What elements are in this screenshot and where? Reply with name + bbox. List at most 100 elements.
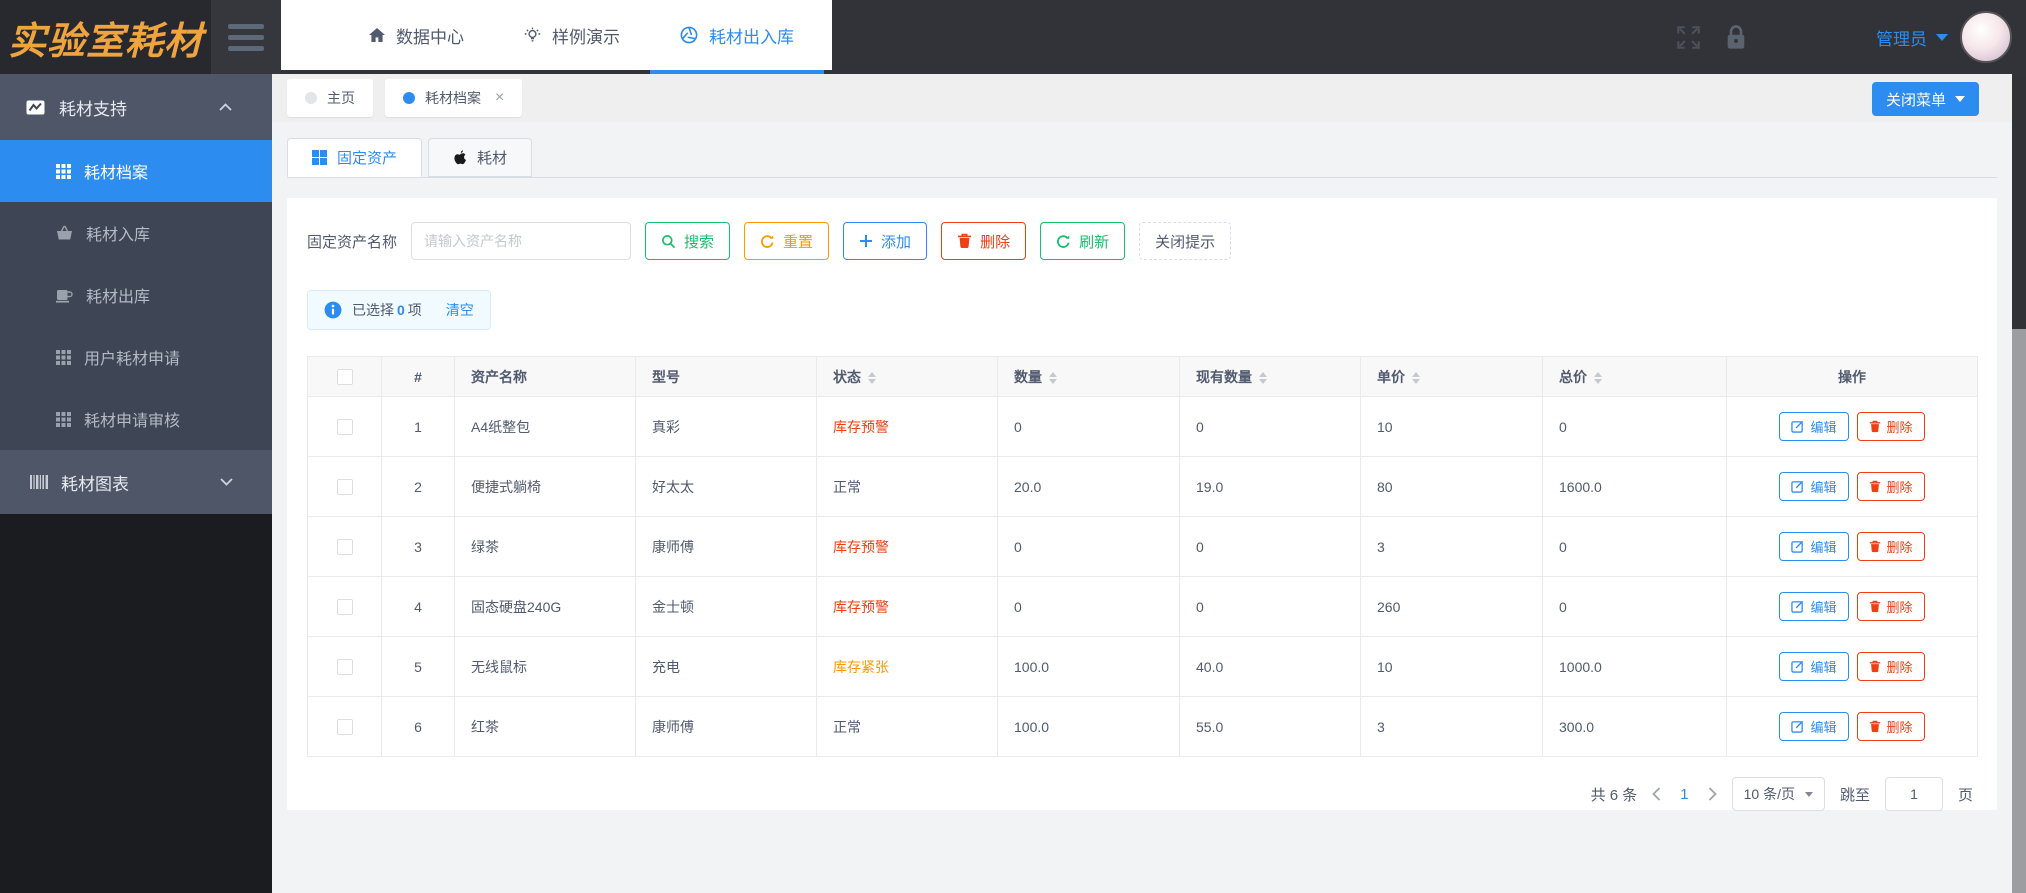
- trash-icon: [1869, 660, 1880, 673]
- panel: 固定资产名称 搜索 重置 添加 删除: [287, 198, 1997, 811]
- refresh-button[interactable]: 刷新: [1040, 222, 1126, 260]
- row-checkbox[interactable]: [336, 659, 353, 676]
- delete-row-button[interactable]: 删除: [1856, 652, 1925, 681]
- row-checkbox[interactable]: [336, 539, 353, 556]
- lock-screen-button[interactable]: [1726, 0, 1746, 74]
- sort-icon[interactable]: [1594, 371, 1602, 384]
- page-size-select[interactable]: 10 条/页: [1731, 777, 1825, 811]
- cell-status: 库存预警: [816, 396, 998, 457]
- reset-button[interactable]: 重置: [744, 222, 830, 260]
- sort-icon[interactable]: [1412, 371, 1420, 384]
- delete-row-button[interactable]: 删除: [1856, 412, 1925, 441]
- edit-icon: [1791, 420, 1804, 433]
- assets-table: # 资产名称 型号 状态 数量 现有数量 单价 总价 操作 1 A4纸整包 真彩 库存…: [307, 356, 1978, 757]
- user-menu[interactable]: 管理员: [1876, 0, 1948, 74]
- add-button-label: 添加: [881, 233, 912, 251]
- close-tip-button[interactable]: 关闭提示: [1139, 222, 1232, 260]
- col-total-price[interactable]: 总价: [1542, 356, 1727, 397]
- row-checkbox[interactable]: [336, 719, 353, 736]
- delete-row-button[interactable]: 删除: [1856, 472, 1925, 501]
- home-icon: [369, 27, 385, 42]
- cell-ops: 编辑 删除: [1726, 696, 1978, 757]
- add-button[interactable]: 添加: [843, 222, 928, 260]
- tab-consumable-archive[interactable]: 耗材档案 ×: [385, 79, 523, 117]
- cell-total-price: 0: [1542, 396, 1727, 457]
- nav-tab-label: 耗材出入库: [709, 27, 794, 47]
- sidebar: 耗材支持 耗材档案 耗材入库 耗材出库 用户耗材申请 耗材申请审核 耗材图表: [0, 74, 272, 893]
- sidebar-menu: 耗材档案 耗材入库 耗材出库 用户耗材申请 耗材申请审核: [0, 140, 272, 450]
- cell-unit-price: 3: [1360, 696, 1543, 757]
- cell-qty: 0: [997, 576, 1180, 637]
- vertical-scrollbar[interactable]: [2012, 74, 2026, 893]
- row-checkbox[interactable]: [336, 479, 353, 496]
- tab-fixed-assets[interactable]: 固定资产: [287, 138, 423, 177]
- delete-button[interactable]: 删除: [941, 222, 1027, 260]
- scrollbar-thumb[interactable]: [2012, 74, 2026, 329]
- basket-icon: [57, 225, 72, 240]
- edit-button[interactable]: 编辑: [1779, 712, 1849, 741]
- sidebar-item-user-consumable-request[interactable]: 用户耗材申请: [0, 326, 272, 388]
- jump-page-input[interactable]: [1884, 777, 1943, 811]
- asset-name-input[interactable]: [411, 222, 632, 260]
- cell-status: 库存紧张: [816, 636, 998, 697]
- edit-button[interactable]: 编辑: [1779, 652, 1849, 681]
- sort-icon[interactable]: [1259, 371, 1267, 384]
- close-menu-button[interactable]: 关闭菜单: [1871, 82, 1979, 116]
- close-icon[interactable]: ×: [495, 89, 504, 107]
- col-index: #: [381, 356, 455, 397]
- cell-ops: 编辑 删除: [1726, 516, 1978, 577]
- nav-tab-sample-demo[interactable]: 样例演示: [494, 0, 650, 70]
- tab-consumables[interactable]: 耗材: [428, 138, 533, 177]
- table-header-row: # 资产名称 型号 状态 数量 现有数量 单价 总价 操作: [307, 356, 1978, 397]
- selection-alert: 已选择 0 项 清空: [307, 290, 491, 330]
- nav-tab-data-center[interactable]: 数据中心: [339, 0, 494, 70]
- cell-status: 正常: [816, 456, 998, 517]
- row-checkbox[interactable]: [336, 599, 353, 616]
- selection-count: 0: [397, 302, 405, 318]
- col-unit-price[interactable]: 单价: [1360, 356, 1543, 397]
- edit-button[interactable]: 编辑: [1779, 472, 1849, 501]
- col-status[interactable]: 状态: [816, 356, 998, 397]
- tab-home[interactable]: 主页: [287, 79, 373, 117]
- col-current-qty[interactable]: 现有数量: [1179, 356, 1361, 397]
- cell-total-price: 300.0: [1542, 696, 1727, 757]
- cell-total-price: 1600.0: [1542, 456, 1727, 517]
- page-unit-label: 页: [1957, 786, 1973, 804]
- edit-icon: [1791, 600, 1804, 613]
- nav-tab-inout-stock[interactable]: 耗材出入库: [650, 0, 824, 74]
- app-window: 实验室耗材 数据中心 样例演示 耗材出入库 管理员 耗材支持 耗材档案 耗材入库…: [0, 0, 2026, 893]
- sidebar-item-request-review[interactable]: 耗材申请审核: [0, 388, 272, 450]
- sidebar-item-consumable-inbound[interactable]: 耗材入库: [0, 202, 272, 264]
- edit-button-label: 编辑: [1810, 420, 1837, 435]
- edit-button[interactable]: 编辑: [1779, 532, 1849, 561]
- sort-icon[interactable]: [1049, 371, 1057, 384]
- col-qty[interactable]: 数量: [997, 356, 1180, 397]
- delete-row-button[interactable]: 删除: [1856, 532, 1925, 561]
- page-number[interactable]: 1: [1676, 786, 1692, 803]
- row-checkbox[interactable]: [336, 419, 353, 436]
- sort-icon[interactable]: [868, 371, 876, 384]
- avatar[interactable]: [1960, 11, 2012, 63]
- edit-button[interactable]: 编辑: [1779, 592, 1849, 621]
- refresh-button-label: 刷新: [1079, 233, 1110, 251]
- trash-icon: [1869, 600, 1880, 613]
- sidebar-group-consumable-charts[interactable]: 耗材图表: [0, 450, 272, 514]
- sidebar-toggle-button[interactable]: [211, 0, 281, 74]
- search-icon: [662, 234, 676, 248]
- delete-row-button[interactable]: 删除: [1856, 712, 1925, 741]
- fullscreen-button[interactable]: [1677, 0, 1700, 74]
- cell-qty: 20.0: [997, 456, 1180, 517]
- search-button[interactable]: 搜索: [645, 222, 731, 260]
- clear-selection-link[interactable]: 清空: [446, 300, 474, 320]
- select-all-checkbox[interactable]: [336, 369, 353, 386]
- sidebar-group-consumable-support[interactable]: 耗材支持: [0, 74, 272, 140]
- edit-button[interactable]: 编辑: [1779, 412, 1849, 441]
- prev-page-button[interactable]: [1652, 787, 1661, 801]
- col-ops: 操作: [1726, 356, 1978, 397]
- delete-row-button[interactable]: 删除: [1856, 592, 1925, 621]
- sidebar-item-consumable-archive[interactable]: 耗材档案: [0, 140, 272, 202]
- next-page-button[interactable]: [1708, 787, 1717, 801]
- app-logo: 实验室耗材: [0, 0, 211, 74]
- chevron-down-icon: [1955, 96, 1965, 102]
- sidebar-item-consumable-outbound[interactable]: 耗材出库: [0, 264, 272, 326]
